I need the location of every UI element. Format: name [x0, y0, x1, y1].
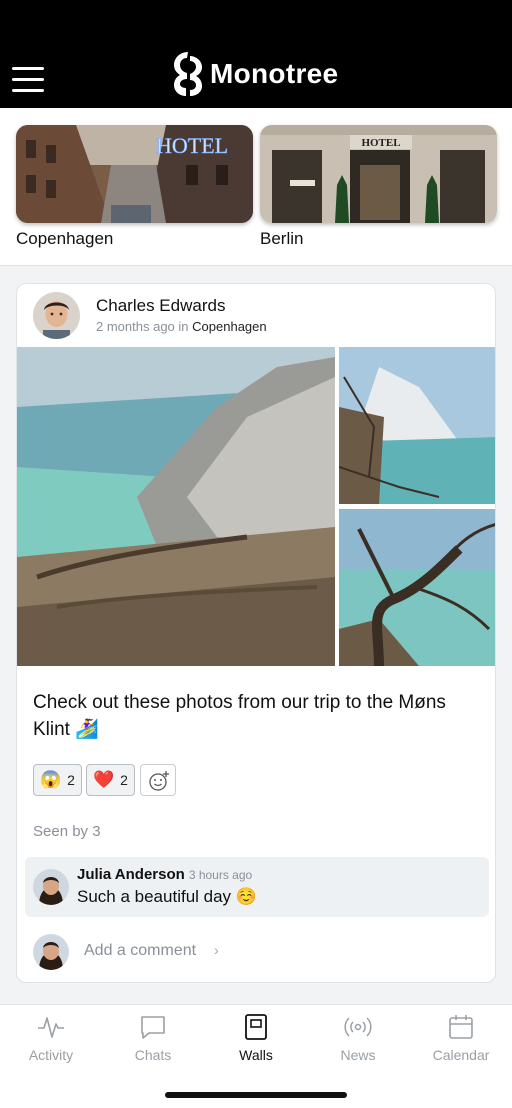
current-user-avatar: [33, 934, 69, 970]
comment-item: Julia Anderson 3 hours ago Such a beautif…: [25, 857, 489, 917]
app-logo: Monotree: [170, 50, 338, 98]
home-indicator: [165, 1092, 347, 1098]
seen-by-count[interactable]: Seen by 3: [33, 823, 101, 840]
add-emoji-icon: [149, 771, 169, 791]
wall-label: Copenhagen: [16, 229, 114, 248]
photo-bottom-right[interactable]: [339, 509, 495, 666]
tab-calendar[interactable]: Calendar: [410, 1005, 512, 1075]
heart-emoji-icon: ❤️: [93, 770, 115, 789]
post-in-word: in: [178, 319, 189, 334]
tab-label: News: [340, 1047, 376, 1063]
top-bar: Monotree: [0, 0, 512, 108]
commenter-avatar[interactable]: [33, 869, 69, 905]
photo-grid: [17, 347, 495, 666]
tab-activity[interactable]: Activity: [0, 1005, 102, 1075]
photo-top-right[interactable]: [339, 347, 495, 504]
post-body: Check out these photos from our trip to …: [33, 692, 446, 740]
tab-news[interactable]: News: [307, 1005, 409, 1075]
wall-thumbnail: HOTEL: [16, 125, 253, 223]
add-comment-input[interactable]: Add a comment: [84, 942, 196, 960]
walls-strip: HOTEL Copenhagen HOTEL Berlin: [0, 108, 512, 266]
wall-card-berlin[interactable]: HOTEL Berlin: [260, 125, 497, 249]
brand-name: Monotree: [210, 58, 339, 89]
tab-chats[interactable]: Chats: [102, 1005, 204, 1075]
wall-thumbnail: HOTEL: [260, 125, 497, 223]
chat-icon: [141, 1016, 165, 1039]
reaction-count: 2: [120, 772, 128, 788]
commenter-name: Julia Anderson 3 hours ago: [77, 866, 252, 883]
author-avatar[interactable]: [33, 292, 80, 339]
photo-main[interactable]: [17, 347, 335, 666]
scream-emoji-icon: 😱: [40, 770, 62, 789]
monotree-logo-icon: [174, 52, 202, 96]
hotel-sign-text: HOTEL: [361, 137, 400, 149]
tab-label: Activity: [28, 1047, 74, 1063]
calendar-icon: [449, 1015, 473, 1039]
post-author-name[interactable]: Charles Edwards: [96, 296, 225, 316]
reaction-heart[interactable]: ❤️ 2: [86, 764, 135, 796]
walls-icon: [245, 1014, 267, 1040]
wall-card-copenhagen[interactable]: HOTEL Copenhagen: [16, 125, 253, 249]
tab-walls[interactable]: Walls: [205, 1005, 307, 1075]
hamburger-menu-icon[interactable]: [12, 67, 44, 93]
post-card: Charles Edwards 2 months ago in Copenhag…: [16, 283, 496, 983]
activity-icon: [38, 1017, 64, 1038]
chevron-right-icon: ›: [214, 942, 219, 958]
add-reaction-button[interactable]: [140, 764, 176, 796]
hotel-sign-text: HOTEL: [156, 133, 228, 158]
comment-text: Such a beautiful day ☺️: [77, 887, 257, 906]
tab-label: Calendar: [432, 1047, 490, 1063]
comment-time: 3 hours ago: [188, 868, 253, 882]
tab-label: Chats: [134, 1047, 172, 1063]
commenter-name-text[interactable]: Julia Anderson: [77, 866, 185, 883]
post-time: 2 months ago: [96, 319, 175, 334]
tab-label: Walls: [239, 1047, 273, 1063]
reaction-scream[interactable]: 😱 2: [33, 764, 82, 796]
reaction-count: 2: [67, 772, 75, 788]
post-meta: 2 months ago in Copenhagen: [96, 319, 267, 334]
post-location[interactable]: Copenhagen: [192, 319, 266, 334]
wall-label: Berlin: [260, 229, 304, 248]
broadcast-icon: [344, 1017, 372, 1037]
